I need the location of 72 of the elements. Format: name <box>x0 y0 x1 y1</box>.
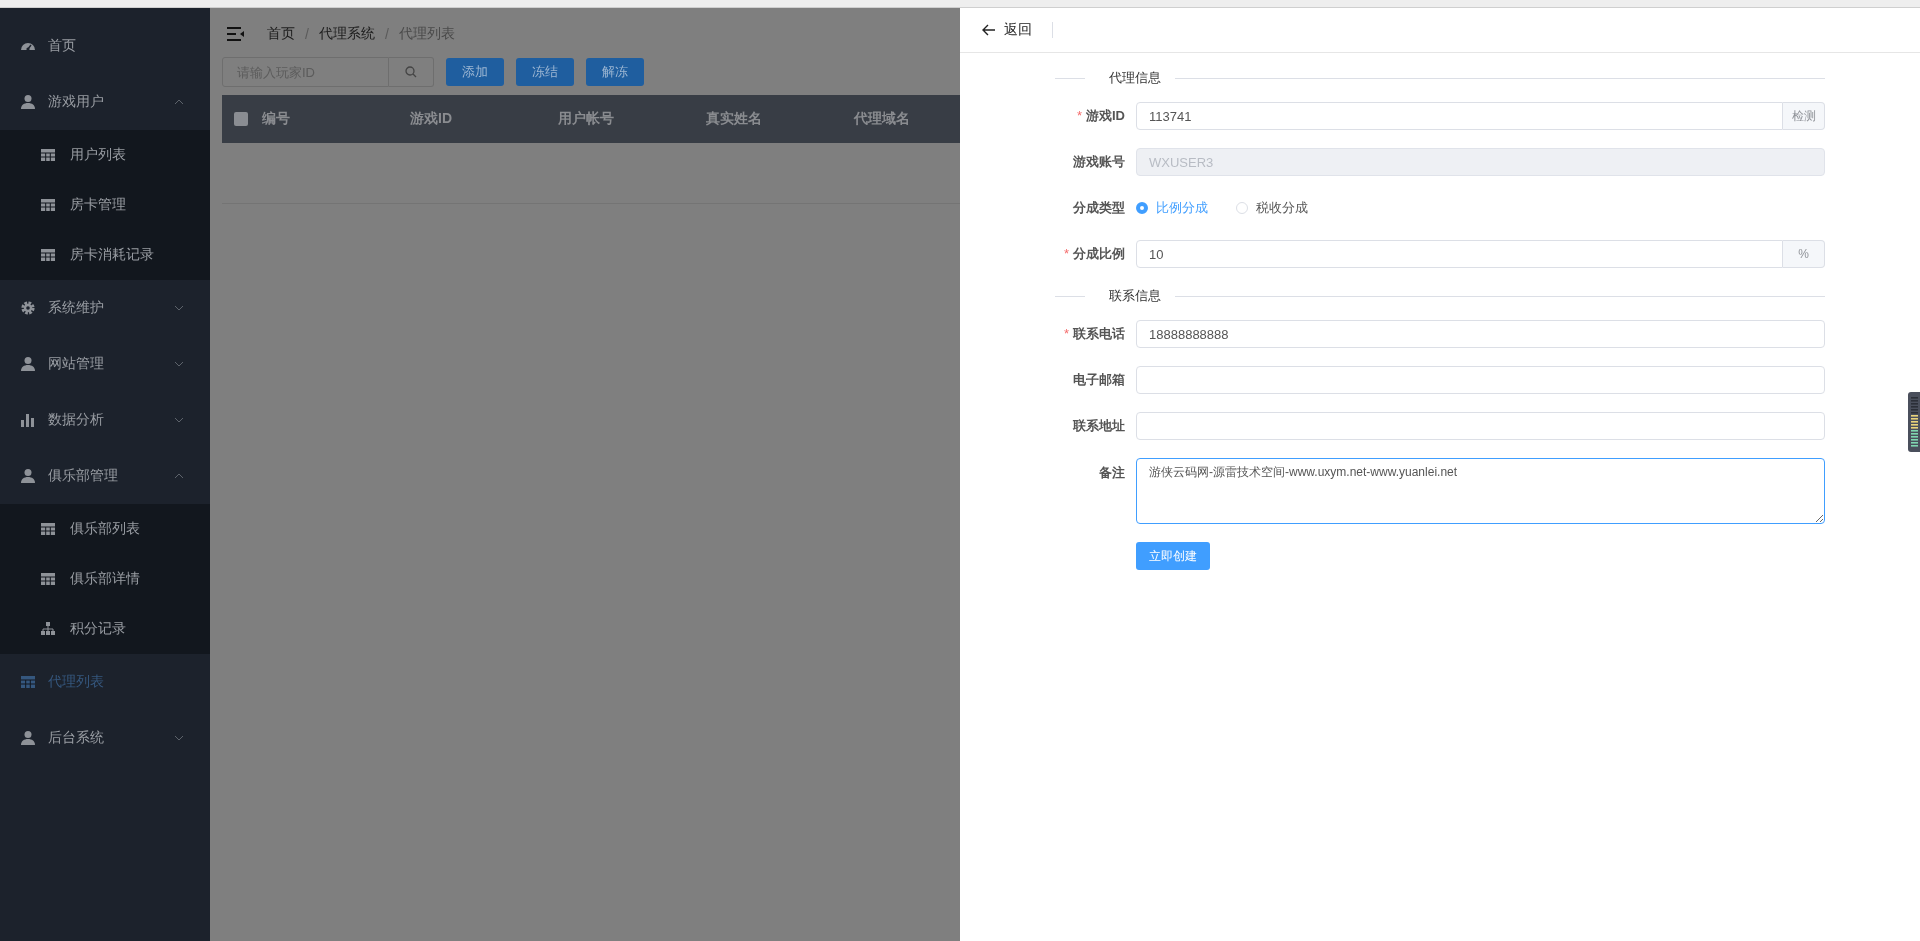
field-label: 联系地址 <box>1072 417 1125 435</box>
section-title: 联系信息 <box>1108 287 1162 305</box>
checkbox[interactable] <box>234 112 248 126</box>
sidebar-item[interactable]: 网站管理 <box>0 336 210 392</box>
field-label: 游戏账号 <box>1072 153 1125 171</box>
sidebar-subitem[interactable]: 房卡管理 <box>0 180 210 230</box>
sidebar-item[interactable]: 俱乐部管理 <box>0 448 210 504</box>
sidebar-item[interactable]: 首页 <box>0 18 210 74</box>
grid-icon <box>40 147 56 163</box>
section-title: 代理信息 <box>1108 69 1162 87</box>
input-field[interactable] <box>1136 412 1825 440</box>
hierarchy-icon <box>40 621 56 637</box>
toolbar-button[interactable]: 解冻 <box>586 58 644 86</box>
arrow-left-icon <box>982 24 996 36</box>
toolbar-button[interactable]: 冻结 <box>516 58 574 86</box>
required-mark: * <box>1076 108 1082 123</box>
grid-icon <box>40 521 56 537</box>
textarea-field[interactable]: 游侠云码网-源雷技术空间-www.uxym.net-www.yuanlei.net <box>1136 458 1825 524</box>
grid-icon <box>40 247 56 263</box>
sidebar-item[interactable]: 系统维护 <box>0 280 210 336</box>
required-mark: * <box>1063 246 1069 261</box>
sidebar-subitem[interactable]: 俱乐部详情 <box>0 554 210 604</box>
sidebar-item[interactable]: 数据分析 <box>0 392 210 448</box>
search-icon <box>405 66 417 78</box>
menu-icon <box>227 27 245 41</box>
column-header: 代理域名 <box>854 110 911 128</box>
sidebar-subitem[interactable]: 房卡消耗记录 <box>0 230 210 280</box>
radio-option[interactable]: 税收分成 <box>1236 199 1308 217</box>
user-icon <box>20 94 36 110</box>
toolbar-button[interactable]: 添加 <box>446 58 504 86</box>
field-label: 电子邮箱 <box>1072 371 1125 389</box>
level-meter-icon[interactable] <box>1908 392 1920 452</box>
sidebar-subitem[interactable]: 用户列表 <box>0 130 210 180</box>
breadcrumb-separator: / <box>305 26 309 42</box>
input-field[interactable]: 18888888888 <box>1136 320 1825 348</box>
sidebar-item[interactable]: 游戏用户 <box>0 74 210 130</box>
chevron-down-icon <box>174 305 184 311</box>
field-label: * 联系电话 <box>1062 325 1125 343</box>
back-button[interactable]: 返回 <box>982 21 1032 39</box>
bar-chart-icon <box>20 412 36 428</box>
breadcrumb-link[interactable]: 首页 <box>267 25 295 43</box>
sidebar-subitem[interactable]: 俱乐部列表 <box>0 504 210 554</box>
sidebar-item[interactable]: 后台系统 <box>0 710 210 766</box>
sidebar-subitem[interactable]: 积分记录 <box>0 604 210 654</box>
input-field[interactable]: 10 <box>1136 240 1783 268</box>
column-header: 编号 <box>262 110 291 128</box>
chevron-up-icon <box>174 473 184 479</box>
field-label: * 分成比例 <box>1062 245 1125 263</box>
required-mark: * <box>1063 326 1069 341</box>
chevron-down-icon <box>174 417 184 423</box>
radio-circle[interactable] <box>1136 202 1148 214</box>
field-label: 分成类型 <box>1072 199 1125 217</box>
user-icon <box>20 356 36 372</box>
breadcrumb-link[interactable]: 代理系统 <box>318 25 375 43</box>
column-header: 用户帐号 <box>558 110 615 128</box>
grid-icon <box>20 674 36 690</box>
chevron-up-icon <box>174 99 184 105</box>
chevron-down-icon <box>174 735 184 741</box>
input-field[interactable] <box>1136 366 1825 394</box>
grid-icon <box>40 197 56 213</box>
column-header: 游戏ID <box>410 110 453 128</box>
gear-icon <box>20 300 36 316</box>
field-label: 备注 <box>1098 464 1125 482</box>
field-label: * 游戏ID <box>1075 107 1125 125</box>
chevron-down-icon <box>174 361 184 367</box>
user-icon <box>20 730 36 746</box>
user-icon <box>20 468 36 484</box>
column-header: 真实姓名 <box>706 110 763 128</box>
grid-icon <box>40 571 56 587</box>
breadcrumb-separator: / <box>384 26 389 42</box>
input-field[interactable]: 113741 <box>1136 102 1783 130</box>
search-button[interactable] <box>389 57 434 87</box>
